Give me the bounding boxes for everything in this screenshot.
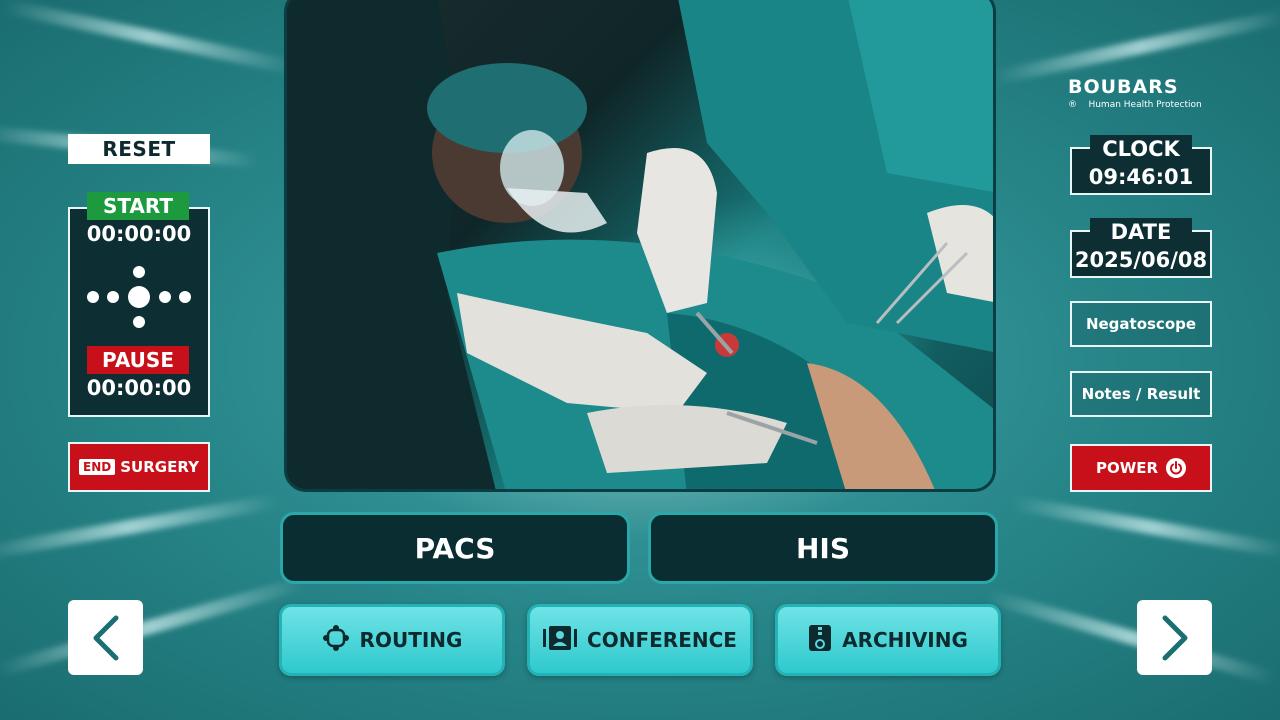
routing-label: ROUTING	[359, 628, 463, 652]
power-button[interactable]: POWER	[1070, 444, 1212, 492]
routing-button[interactable]: ROUTING	[279, 604, 505, 676]
conference-label: CONFERENCE	[587, 628, 737, 652]
pause-time: 00:00:00	[86, 376, 192, 400]
clock-value: 09:46:01	[1088, 165, 1194, 189]
previous-button[interactable]	[68, 600, 143, 675]
pause-button[interactable]: PAUSE	[87, 346, 189, 374]
dpad-left-outer-dot[interactable]	[87, 291, 99, 303]
clock-label: CLOCK	[1090, 135, 1192, 163]
archiving-label: ARCHIVING	[842, 628, 968, 652]
power-icon	[1166, 458, 1187, 478]
dpad-left-inner-dot[interactable]	[107, 291, 119, 303]
logo-tagline: Human Health Protection	[1088, 100, 1202, 110]
surgery-video-feed	[284, 0, 996, 492]
archiving-button[interactable]: ARCHIVING	[775, 604, 1001, 676]
his-button[interactable]: HIS	[648, 512, 998, 584]
dpad-center-dot[interactable]	[128, 286, 150, 308]
conference-button[interactable]: CONFERENCE	[527, 604, 753, 676]
pacs-button[interactable]: PACS	[280, 512, 630, 584]
power-label: POWER	[1095, 459, 1159, 477]
logo-tagline-row: ® Human Health Protection	[1068, 100, 1218, 110]
chevron-right-icon	[1162, 615, 1187, 660]
notes-result-button[interactable]: Notes / Result	[1070, 371, 1212, 417]
negatoscope-button[interactable]: Negatoscope	[1070, 301, 1212, 347]
archive-icon	[808, 624, 832, 657]
next-button[interactable]	[1137, 600, 1212, 675]
reset-button[interactable]: RESET	[68, 134, 210, 164]
chevron-left-icon	[93, 615, 118, 660]
registered-mark: ®	[1068, 100, 1077, 110]
end-tag: END	[79, 459, 116, 475]
date-label: DATE	[1090, 218, 1192, 246]
conference-icon	[543, 624, 578, 657]
logo-name: BOUBARS	[1068, 76, 1179, 98]
date-value: 2025/06/08	[1074, 248, 1208, 272]
end-surgery-button[interactable]: END SURGERY	[68, 442, 210, 492]
dpad-right-outer-dot[interactable]	[179, 291, 191, 303]
dpad-right-inner-dot[interactable]	[159, 291, 171, 303]
routing-icon	[322, 624, 350, 657]
boubars-logo: BOUBARS ® Human Health Protection	[1068, 76, 1218, 110]
dpad-down-dot[interactable]	[133, 316, 145, 328]
start-time: 00:00:00	[86, 222, 192, 246]
direction-pad[interactable]	[86, 266, 192, 328]
start-button[interactable]: START	[87, 192, 189, 220]
dpad-up-dot[interactable]	[133, 266, 145, 278]
surgery-scene-image	[287, 0, 993, 489]
end-surgery-label: SURGERY	[120, 458, 199, 476]
